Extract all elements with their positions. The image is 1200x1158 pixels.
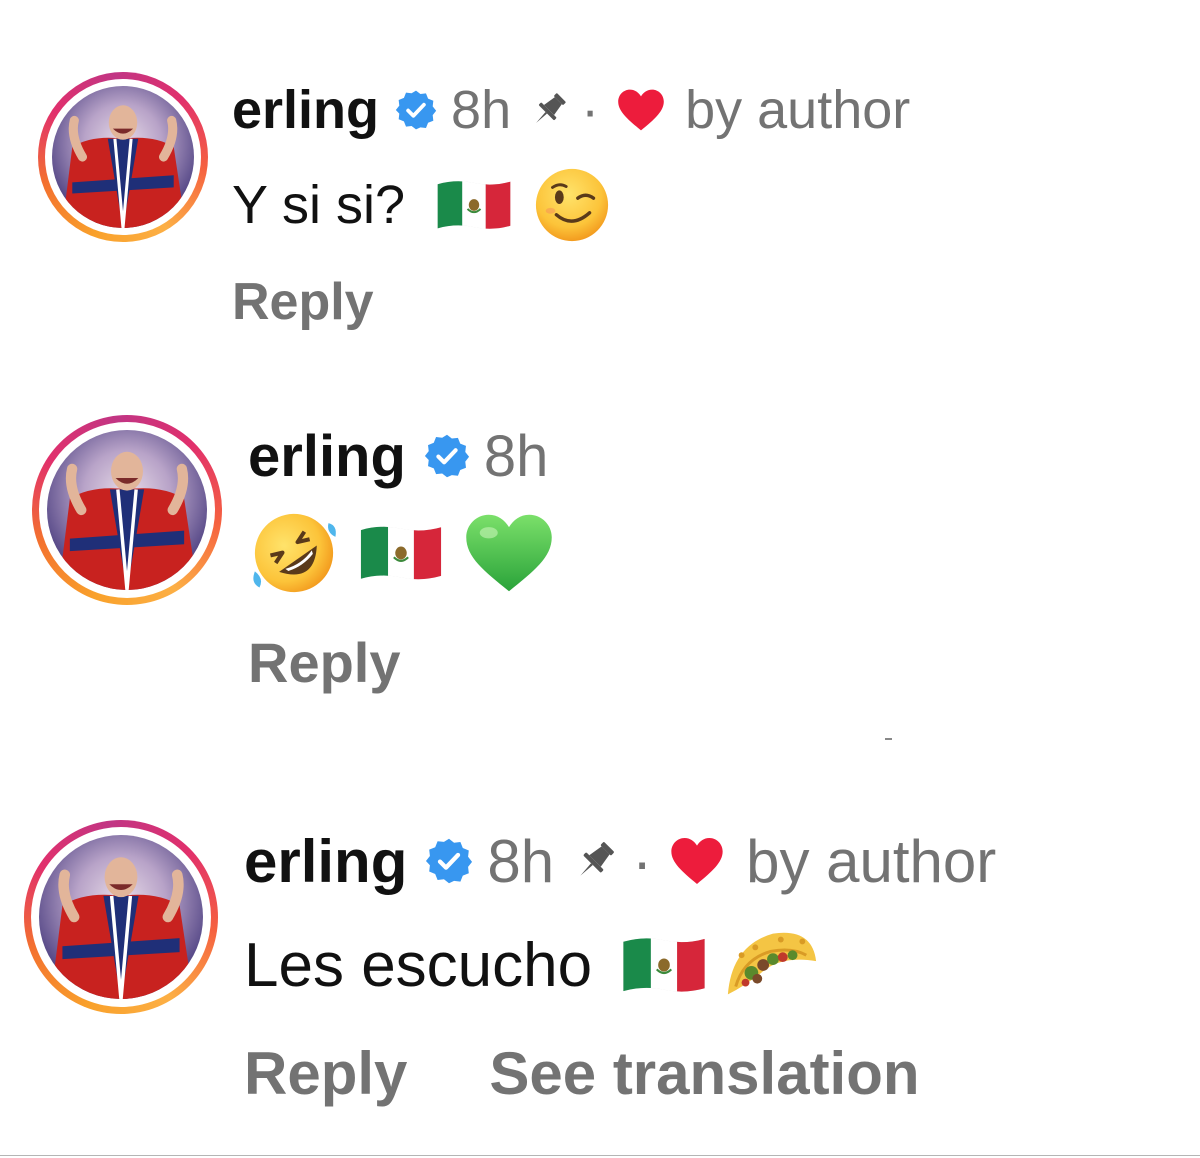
timestamp: 8h xyxy=(483,423,549,489)
comment-1: erling 8h · by author Y si si? Reply xyxy=(0,0,1200,380)
divider xyxy=(0,1155,1200,1156)
green-heart-icon xyxy=(464,512,554,594)
liked-by-author-label: by author xyxy=(685,80,911,140)
comment-actions: Reply xyxy=(248,628,401,696)
comment-actions: Reply See translation xyxy=(244,1038,920,1108)
avatar[interactable] xyxy=(24,820,218,1014)
comment-2: erling 8h Reply xyxy=(0,380,1200,760)
timestamp: 8h xyxy=(487,827,555,895)
comment-text: Les escucho xyxy=(244,930,593,1000)
reply-button[interactable]: Reply xyxy=(232,272,374,332)
reply-button[interactable]: Reply xyxy=(248,630,401,695)
comment-header: erling 8h xyxy=(248,422,548,490)
taco-icon xyxy=(722,925,820,1005)
comment-body: Y si si? xyxy=(232,170,611,240)
comment-3: erling 8h · by author Les escucho Reply … xyxy=(0,790,1200,1158)
see-translation-button[interactable]: See translation xyxy=(489,1039,919,1108)
comment-text: Y si si? xyxy=(232,175,406,235)
username[interactable]: erling xyxy=(232,79,379,141)
rolling-on-floor-laughing-icon xyxy=(248,507,340,599)
heart-icon xyxy=(617,88,665,132)
avatar[interactable] xyxy=(32,415,222,605)
comment-header: erling 8h · by author xyxy=(244,826,996,896)
separator-dot: · xyxy=(581,80,600,140)
avatar[interactable] xyxy=(38,72,208,242)
mexico-flag-icon xyxy=(620,933,708,997)
separator-dot: · xyxy=(632,827,653,895)
comment-header: erling 8h · by author xyxy=(232,78,910,142)
verified-badge-icon xyxy=(425,837,473,885)
scroll-indicator xyxy=(885,738,892,740)
pin-icon xyxy=(527,88,571,132)
verified-badge-icon xyxy=(424,433,470,479)
verified-badge-icon xyxy=(395,89,437,131)
username[interactable]: erling xyxy=(244,827,407,896)
mexico-flag-icon xyxy=(358,521,444,585)
username[interactable]: erling xyxy=(248,423,406,490)
winking-face-icon xyxy=(533,166,611,244)
liked-by-author-label: by author xyxy=(746,827,997,895)
comment-actions: Reply xyxy=(232,270,374,334)
pin-icon xyxy=(570,836,620,886)
comment-body: Les escucho xyxy=(244,920,820,1010)
timestamp: 8h xyxy=(451,80,512,140)
reply-button[interactable]: Reply xyxy=(244,1039,407,1108)
heart-icon xyxy=(670,836,724,886)
mexico-flag-icon xyxy=(435,176,513,234)
comment-body xyxy=(248,508,554,598)
